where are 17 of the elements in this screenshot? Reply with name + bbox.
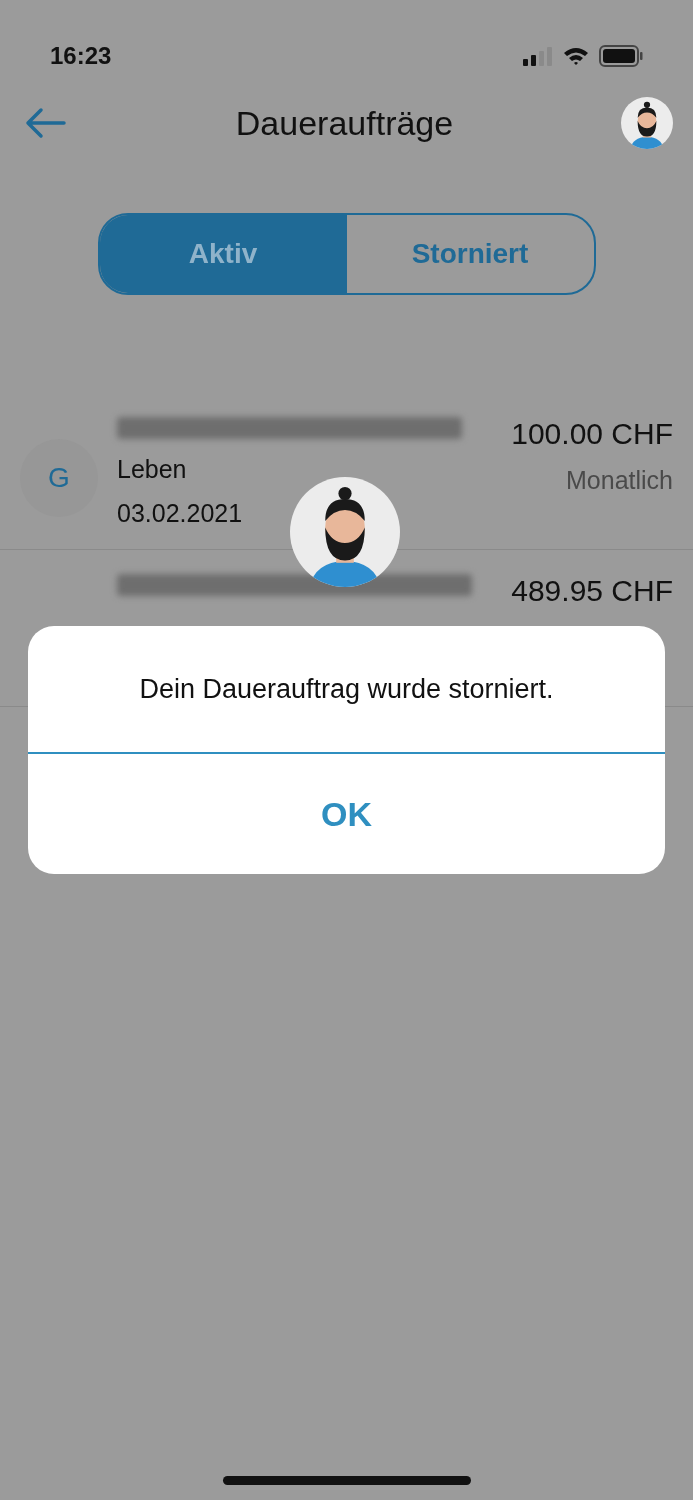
status-time: 16:23 bbox=[50, 40, 112, 71]
order-amount: 489.95 CHF bbox=[511, 573, 673, 609]
signal-icon bbox=[523, 45, 553, 66]
back-arrow-icon bbox=[24, 107, 66, 139]
page-title: Daueraufträge bbox=[235, 102, 454, 144]
order-amount: 100.00 CHF bbox=[511, 416, 673, 452]
wifi-icon bbox=[563, 45, 589, 66]
segment-tab[interactable]: Aktiv bbox=[99, 215, 347, 293]
order-category: Leben bbox=[117, 454, 188, 485]
order-frequency: Monatlich bbox=[566, 465, 673, 496]
profile-avatar bbox=[621, 97, 673, 149]
battery-icon bbox=[599, 44, 643, 67]
initial-avatar: G bbox=[20, 439, 98, 517]
segment-tab[interactable]: Storniert bbox=[346, 215, 594, 293]
dialog-message: Dein Dauerauftrag wurde storniert. bbox=[138, 672, 555, 706]
order-date: 03.02.2021 bbox=[117, 497, 244, 529]
ok-button[interactable]: OK bbox=[28, 754, 665, 874]
